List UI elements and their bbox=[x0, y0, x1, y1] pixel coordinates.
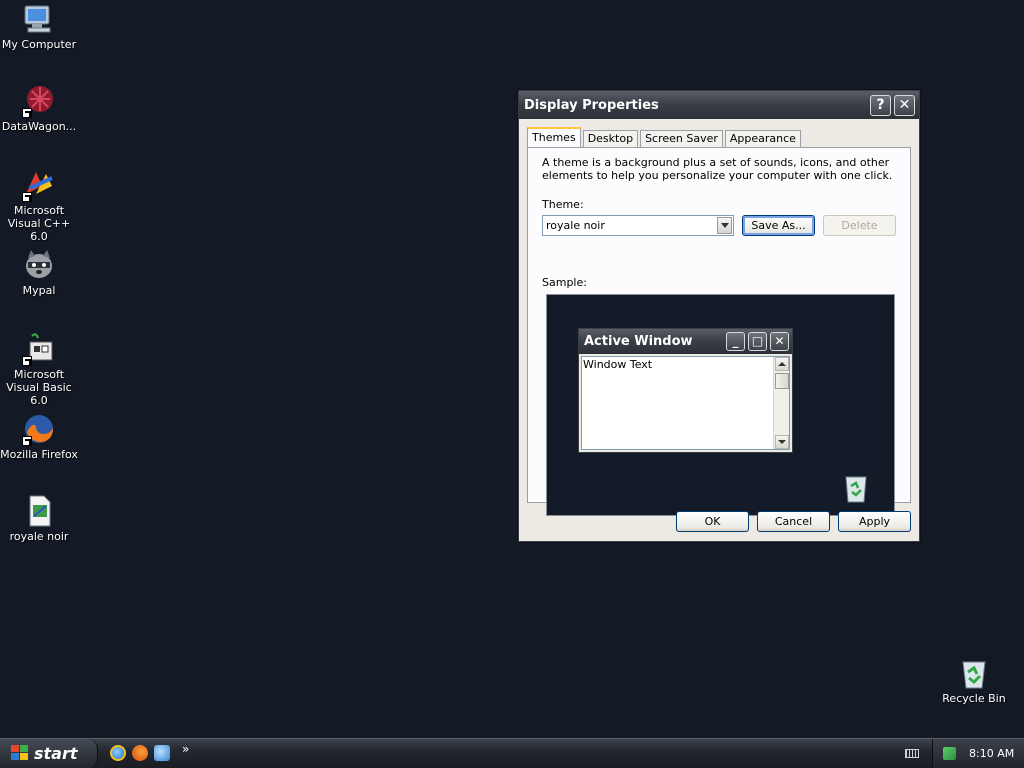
desktop-icon-visual-basic[interactable]: Microsoft Visual Basic 6.0 bbox=[0, 332, 78, 407]
scroll-up-icon bbox=[775, 357, 789, 371]
shortcut-arrow-icon bbox=[22, 356, 32, 366]
shortcut-arrow-icon bbox=[22, 436, 32, 446]
delete-button[interactable]: Delete bbox=[823, 215, 896, 236]
display-properties-dialog: Display Properties ? ✕ Themes Desktop Sc… bbox=[518, 90, 920, 542]
quick-launch-chevron[interactable]: » bbox=[182, 742, 189, 756]
desktop-icon-label: My Computer bbox=[1, 38, 77, 51]
sample-active-window: Active Window _ □ ✕ Window Text bbox=[578, 328, 793, 453]
theme-sample-preview: Active Window _ □ ✕ Window Text bbox=[546, 294, 895, 516]
tab-appearance[interactable]: Appearance bbox=[724, 130, 801, 147]
computer-icon bbox=[22, 2, 56, 36]
help-button[interactable]: ? bbox=[870, 94, 891, 116]
desktop-icon-visual-cpp[interactable]: Microsoft Visual C++ 6.0 bbox=[0, 168, 78, 243]
desktop-icon-label: Mypal bbox=[22, 284, 56, 297]
desktop-icon-label: Recycle Bin bbox=[942, 692, 1006, 705]
dialog-title: Display Properties bbox=[524, 97, 659, 113]
outlook-express-icon[interactable] bbox=[154, 745, 170, 761]
sample-scrollbar bbox=[773, 357, 789, 449]
start-label: start bbox=[34, 744, 78, 763]
dialog-titlebar[interactable]: Display Properties ? ✕ bbox=[519, 91, 919, 119]
scroll-thumb bbox=[775, 373, 789, 389]
raccoon-icon bbox=[22, 248, 56, 282]
desktop-icon-label: DataWagon... bbox=[1, 120, 77, 133]
scroll-down-icon bbox=[775, 435, 789, 449]
datawagon-icon bbox=[22, 84, 56, 118]
firefox-icon[interactable] bbox=[132, 745, 148, 761]
close-button[interactable]: ✕ bbox=[894, 94, 915, 116]
tab-desktop[interactable]: Desktop bbox=[582, 130, 639, 147]
sample-recycle-bin-icon bbox=[843, 473, 869, 503]
clock[interactable]: 8:10 AM bbox=[969, 739, 1014, 768]
desktop-icon-recycle-bin[interactable]: Recycle Bin bbox=[935, 656, 1013, 705]
sample-window-title: Active Window bbox=[584, 334, 693, 349]
desktop-icon-mypal[interactable]: Mypal bbox=[0, 248, 78, 297]
tab-screen-saver[interactable]: Screen Saver bbox=[640, 130, 723, 147]
visual-cpp-icon bbox=[22, 168, 56, 202]
chevron-down-icon[interactable] bbox=[717, 217, 732, 234]
theme-dropdown[interactable]: royale noir bbox=[542, 215, 734, 236]
save-as-button[interactable]: Save As... bbox=[742, 215, 815, 236]
desktop-icon-my-computer[interactable]: My Computer bbox=[0, 2, 78, 51]
desktop-icon-label: Microsoft Visual C++ 6.0 bbox=[7, 204, 71, 243]
themes-panel: A theme is a background plus a set of so… bbox=[527, 147, 911, 516]
desktop-icon-label: royale noir bbox=[9, 530, 69, 543]
firefox-icon bbox=[22, 412, 56, 446]
windows-flag-icon bbox=[11, 745, 29, 762]
theme-file-icon bbox=[22, 494, 56, 528]
desktop-icon-label: Mozilla Firefox bbox=[0, 448, 78, 461]
close-icon: ✕ bbox=[770, 332, 789, 351]
maximize-icon: □ bbox=[748, 332, 767, 351]
theme-label: Theme: bbox=[542, 198, 584, 211]
sample-label: Sample: bbox=[542, 276, 587, 289]
sample-window-titlebar: Active Window _ □ ✕ bbox=[579, 329, 792, 354]
taskbar: start » 8:10 AM bbox=[0, 738, 1024, 768]
sample-window-body: Window Text bbox=[581, 356, 790, 450]
tab-themes[interactable]: Themes bbox=[527, 127, 581, 147]
cancel-button[interactable]: Cancel bbox=[757, 511, 830, 532]
apply-button[interactable]: Apply bbox=[838, 511, 911, 532]
desktop-icon-label: Microsoft Visual Basic 6.0 bbox=[6, 368, 72, 407]
desktop-icon-datawagon[interactable]: DataWagon... bbox=[0, 84, 78, 133]
sample-window-text: Window Text bbox=[583, 358, 653, 371]
shortcut-arrow-icon bbox=[22, 192, 32, 202]
network-icon[interactable] bbox=[943, 747, 956, 760]
shortcut-arrow-icon bbox=[22, 108, 32, 118]
theme-description: A theme is a background plus a set of so… bbox=[542, 156, 893, 182]
recycle-bin-icon bbox=[957, 656, 991, 690]
start-button[interactable]: start bbox=[0, 739, 98, 768]
internet-explorer-icon[interactable] bbox=[110, 745, 126, 761]
theme-dropdown-value: royale noir bbox=[546, 219, 605, 232]
desktop-icon-royale-noir[interactable]: royale noir bbox=[0, 494, 78, 543]
ok-button[interactable]: OK bbox=[676, 511, 749, 532]
minimize-icon: _ bbox=[726, 332, 745, 351]
desktop-icon-firefox[interactable]: Mozilla Firefox bbox=[0, 412, 78, 461]
keyboard-icon[interactable] bbox=[905, 749, 919, 758]
tab-strip: Themes Desktop Screen Saver Appearance bbox=[527, 127, 803, 147]
visual-basic-icon bbox=[22, 332, 56, 366]
system-tray: 8:10 AM bbox=[932, 739, 1024, 768]
